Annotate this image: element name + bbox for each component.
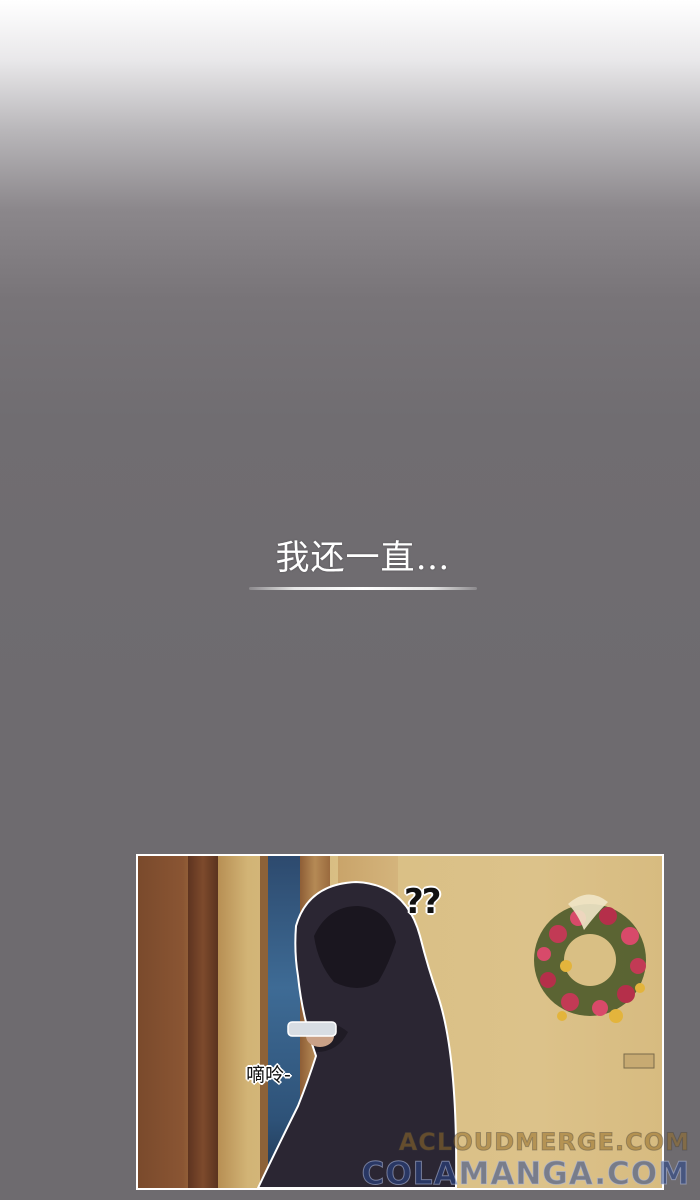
narration-underline xyxy=(249,587,477,590)
sfx-ding-sound: 嘀呤- xyxy=(246,1064,291,1086)
narration-caption: 我还一直… xyxy=(248,530,478,590)
comic-page: 我还一直… ?? 嘀呤- ACLOUDMERGE.COM COLAMANGA.C… xyxy=(0,0,700,1200)
wall-switch xyxy=(623,1053,655,1069)
watermark-colamanga: COLAMANGA.COM xyxy=(361,1156,690,1193)
sfx-question-marks: ?? xyxy=(404,882,441,922)
christmas-wreath xyxy=(534,894,646,1023)
narration-text: 我还一直… xyxy=(275,538,451,578)
watermark-acloudmerge: ACLOUDMERGE.COM xyxy=(398,1128,690,1157)
phone-icon xyxy=(287,1021,337,1037)
